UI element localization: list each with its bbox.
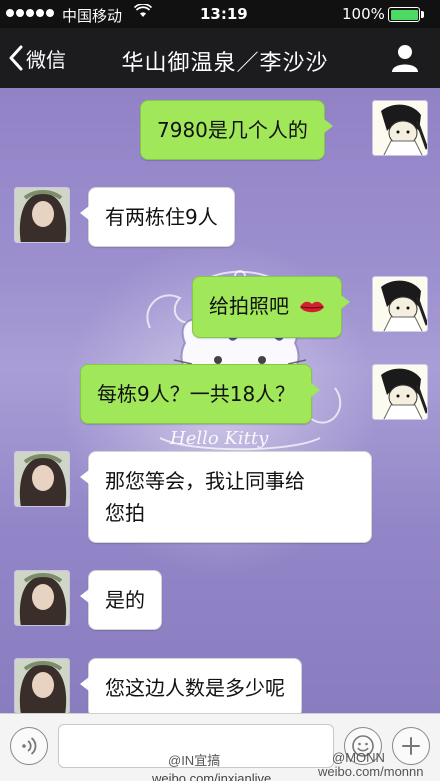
plus-icon [402,737,420,755]
watermark-text: weibo.com/monnn [318,764,424,779]
contact-info-button[interactable] [388,42,422,74]
contact-avatar[interactable] [14,570,70,626]
lips-icon [299,292,325,324]
chat-area[interactable]: Hello Kitty 7980是几个人的 有两栋住9人 给拍照吧 每栋9人？一… [0,88,440,713]
message-bubble-received[interactable]: 有两栋住9人 [80,187,235,247]
message-bubble-sent[interactable]: 给拍照吧 [192,276,351,338]
message-bubble-sent[interactable]: 7980是几个人的 [140,100,333,160]
message-bubble-received[interactable]: 是的 [80,570,162,630]
watermark-text: @IN宜搞 [168,753,221,768]
my-avatar[interactable] [372,276,428,332]
watermark-text: @MONN [332,750,385,765]
message-text: 7980是几个人的 [157,118,308,142]
message-bubble-received[interactable]: 那您等会，我让同事给 您拍 [80,451,372,543]
message-text: 每栋9人？一共18人？ [97,382,296,406]
watermark-text: weibo.com/inxianlive [152,771,272,781]
message-text-line: 那您等会，我让同事给 [105,469,305,493]
contact-avatar[interactable] [14,658,70,713]
carrier-name: 中国移动 [62,7,123,25]
chat-title: 华山御温泉／李沙沙 [121,51,329,76]
my-avatar[interactable] [372,364,428,420]
clock: 13:19 [200,5,248,23]
battery-percent: 100% [342,5,385,23]
voice-icon [22,737,37,755]
signal-strength-icon [6,9,54,17]
wifi-icon [133,3,153,22]
voice-button[interactable] [10,727,48,765]
message-text: 给拍照吧 [209,294,289,318]
contact-avatar[interactable] [14,187,70,243]
contact-avatar[interactable] [14,451,70,507]
message-text: 您这边人数是多少呢 [105,676,285,700]
person-icon [392,45,418,72]
wallpaper-brand-text: Hello Kitty [170,428,269,449]
nav-bar: 微信 华山御温泉／李沙沙 [0,28,440,88]
message-text: 有两栋住9人 [105,205,218,229]
status-bar: 中国移动 13:19 100% [0,0,440,28]
more-options-button[interactable] [392,727,430,765]
battery-icon [388,7,420,22]
battery-tip [421,11,424,18]
input-bar: @IN宜搞 weibo.com/inxianlive @MONN weibo.c… [0,713,440,781]
message-bubble-sent[interactable]: 每栋9人？一共18人？ [80,364,321,424]
my-avatar[interactable] [372,100,428,156]
message-text-line: 您拍 [105,501,145,525]
message-text: 是的 [105,588,145,612]
message-bubble-received[interactable]: 您这边人数是多少呢 [80,658,302,713]
